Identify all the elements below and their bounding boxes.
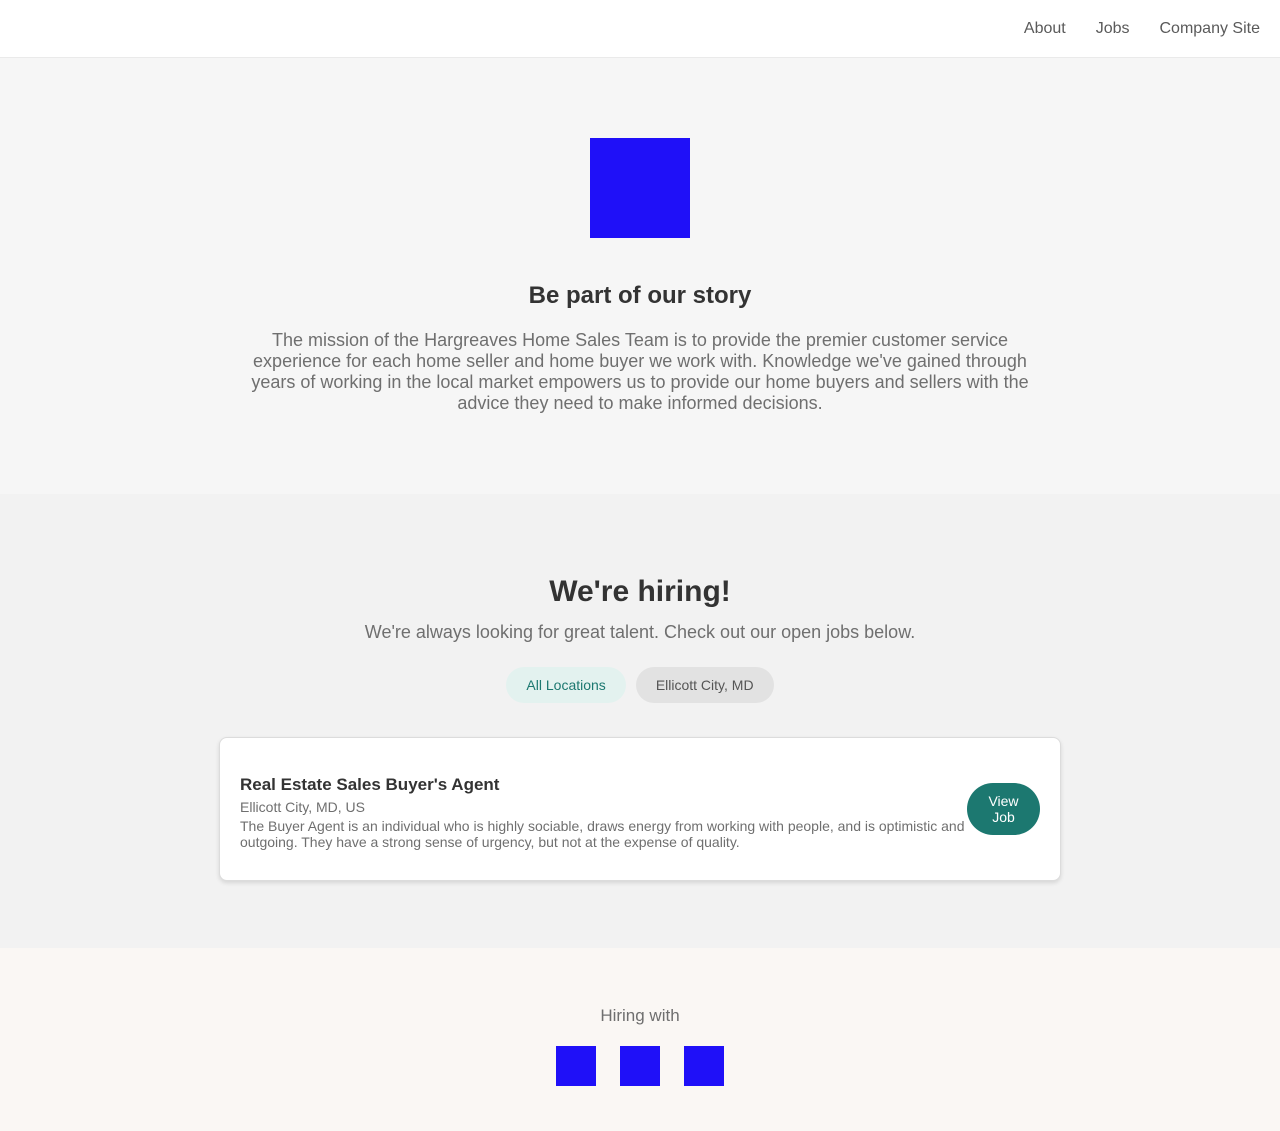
nav-link-company-site[interactable]: Company Site [1160, 20, 1261, 38]
hero-description: The mission of the Hargreaves Home Sales… [251, 330, 1029, 413]
job-info: Real Estate Sales Buyer's Agent Ellicott… [240, 769, 965, 850]
filter-all-locations[interactable]: All Locations [506, 667, 626, 703]
partner-logo-2[interactable] [620, 1046, 660, 1086]
location-filters: All Locations Ellicott City, MD [506, 667, 774, 703]
partner-logo-3[interactable] [684, 1046, 724, 1086]
jobs-title: We're hiring! [549, 575, 731, 608]
company-logo [590, 138, 690, 238]
jobs-section: We're hiring! We're always looking for g… [0, 494, 1280, 948]
job-title[interactable]: Real Estate Sales Buyer's Agent [240, 775, 965, 795]
nav-link-jobs[interactable]: Jobs [1096, 20, 1130, 38]
jobs-subtitle: We're always looking for great talent. C… [364, 622, 916, 642]
top-nav: About Jobs Company Site [0, 0, 1280, 58]
job-card[interactable]: Real Estate Sales Buyer's Agent Ellicott… [219, 737, 1061, 881]
filter-ellicott-city[interactable]: Ellicott City, MD [635, 667, 774, 703]
partner-logos [556, 1046, 724, 1086]
hero-title: Be part of our story [528, 282, 752, 309]
hiring-with-label: Hiring with [600, 1006, 680, 1025]
view-job-button[interactable]: View Job [967, 783, 1040, 835]
hero-section: Be part of our story The mission of the … [0, 58, 1280, 494]
nav-link-about[interactable]: About [1024, 20, 1066, 38]
job-location: Ellicott City, MD, US [240, 798, 365, 815]
footer: Hiring with [0, 948, 1280, 1131]
job-description: The Buyer Agent is an individual who is … [240, 817, 965, 850]
partner-logo-1[interactable] [556, 1046, 596, 1086]
